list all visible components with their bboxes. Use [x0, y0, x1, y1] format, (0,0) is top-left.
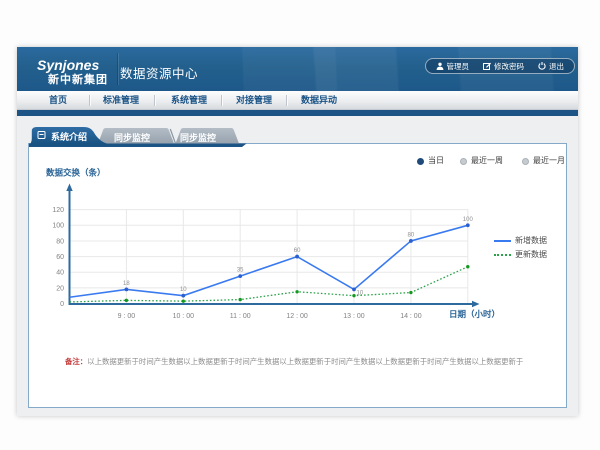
icon-part	[438, 63, 441, 66]
user-toolbar: 管理员 修改密码 退出	[425, 58, 576, 74]
icon-part	[436, 62, 444, 70]
icon-part	[538, 62, 546, 70]
user-menu-label: 管理员	[447, 61, 470, 72]
radio-last-month[interactable]: 最近一月	[523, 156, 565, 166]
tab-label-2[interactable]: 同步监控	[114, 131, 150, 144]
radio-label: 当日	[428, 156, 444, 166]
radio-unselected-icon	[523, 159, 528, 164]
radio-unselected-icon	[461, 159, 466, 164]
legend-item-2: 更新数据	[494, 249, 547, 260]
icon-part	[436, 67, 443, 70]
page-title: 数据资源中心	[120, 63, 198, 82]
edit-icon	[483, 62, 491, 70]
radio-label: 最近一月	[533, 156, 565, 166]
user-icon	[436, 62, 444, 70]
nav-divider	[221, 95, 222, 106]
nav-divider	[154, 95, 155, 106]
nav-divider	[89, 95, 90, 106]
legend-label: 新增数据	[515, 235, 547, 246]
main-nav: 首页标准管理系统管理对接管理数据异动	[17, 91, 578, 110]
tab-label-1[interactable]: 系统介绍	[51, 130, 87, 143]
app-window: Synjones 新中新集团 数据资源中心 管理员修改密码退出 首页标准管理系统…	[17, 47, 578, 416]
nav-item-3[interactable]: 系统管理	[159, 91, 219, 110]
footnote: 备注：以上数据更新于时间产生数据以上数据更新于时间产生数据以上数据更新于时间产生…	[65, 356, 523, 367]
radio-today[interactable]: 当日	[418, 156, 444, 166]
user-menu-change-password[interactable]: 修改密码	[483, 61, 524, 72]
icon-part	[483, 62, 491, 70]
radio-selected-icon	[418, 159, 423, 164]
legend-item-1: 新增数据	[494, 235, 547, 246]
footnote-text: 以上数据更新于时间产生数据以上数据更新于时间产生数据以上数据更新于时间产生数据以…	[87, 357, 523, 366]
page: Synjones 新中新集团 数据资源中心 管理员修改密码退出 首页标准管理系统…	[0, 0, 600, 450]
radio-last-week[interactable]: 最近一周	[461, 156, 503, 166]
legend-label: 更新数据	[515, 249, 547, 260]
tab-label-3[interactable]: 同步监控	[180, 131, 216, 144]
user-menu-label: 修改密码	[494, 61, 524, 72]
nav-divider	[286, 95, 287, 106]
nav-item-5[interactable]: 数据异动	[289, 91, 349, 110]
user-menu-logout[interactable]: 退出	[538, 61, 564, 72]
nav-item-4[interactable]: 对接管理	[224, 91, 284, 110]
footnote-tag: 备注：	[65, 357, 87, 366]
time-range-filter: 当日 最近一周 最近一月	[17, 156, 578, 166]
content-panel	[28, 143, 567, 408]
user-menu-label: 退出	[549, 61, 564, 72]
nav-accent-bar	[17, 110, 578, 116]
legend-line-sample	[494, 254, 511, 256]
app-header: Synjones 新中新集团 数据资源中心 管理员修改密码退出	[17, 47, 578, 91]
nav-item-1[interactable]: 首页	[28, 91, 88, 110]
power-icon	[538, 62, 546, 70]
radio-label: 最近一周	[471, 156, 503, 166]
company-logo-chinese: 新中新集团	[48, 71, 108, 87]
user-menu-account[interactable]: 管理员	[436, 61, 470, 72]
legend-line-sample	[494, 240, 511, 242]
logo-divider	[117, 53, 118, 85]
nav-item-2[interactable]: 标准管理	[91, 91, 151, 110]
